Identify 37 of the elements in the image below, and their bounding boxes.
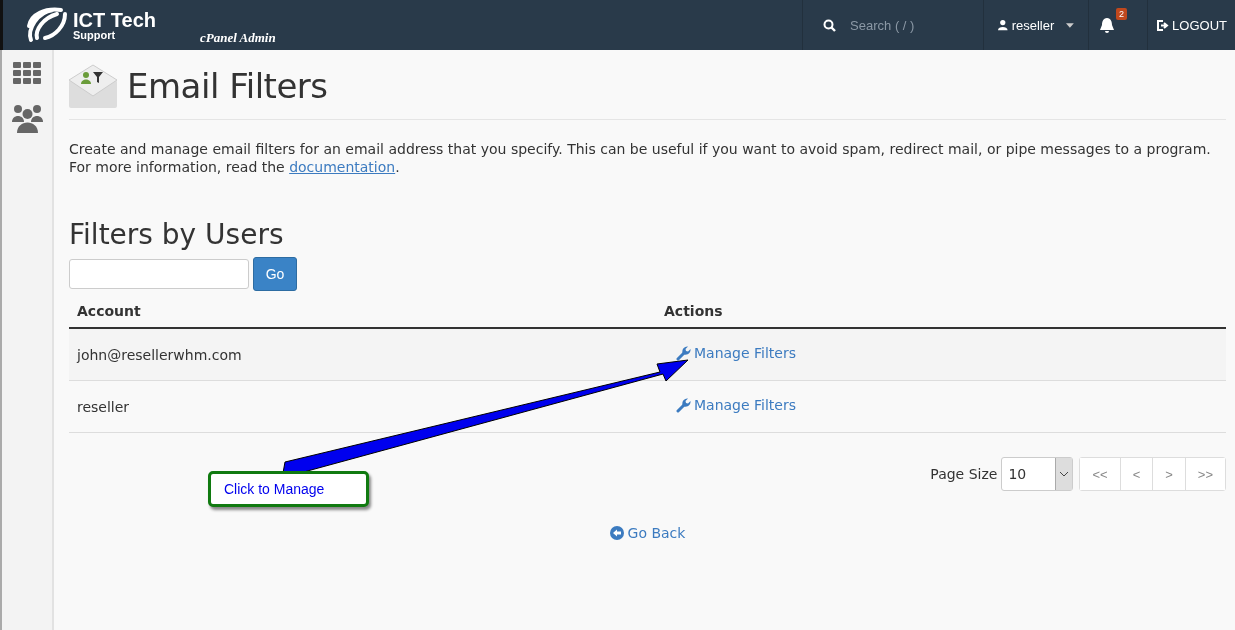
wrench-icon xyxy=(676,345,692,361)
logo-title: ICT Tech xyxy=(73,9,156,30)
user-menu[interactable]: reseller xyxy=(983,0,1089,50)
documentation-link[interactable]: documentation xyxy=(289,159,396,175)
page-title: Email Filters xyxy=(127,66,328,106)
pagination-button[interactable]: >> xyxy=(1184,458,1225,490)
manage-filters-link[interactable]: Manage Filters xyxy=(676,345,797,361)
swirl-logo-icon xyxy=(25,6,69,44)
user-search-field[interactable] xyxy=(69,259,249,289)
logo-tagline: cPanel Admin xyxy=(199,30,276,46)
chevron-down-icon xyxy=(1060,471,1069,477)
user-icon xyxy=(998,19,1008,31)
caret-icon xyxy=(1066,22,1075,28)
users-group-icon[interactable] xyxy=(11,104,43,133)
grid-icon[interactable] xyxy=(12,62,42,84)
back-arrow-icon xyxy=(609,526,624,540)
pagination-button[interactable]: > xyxy=(1152,458,1185,490)
page-size-select[interactable]: 10 xyxy=(1001,457,1074,491)
manage-filters-link[interactable]: Manage Filters xyxy=(676,397,797,413)
logo-subtitle: Support xyxy=(73,29,117,41)
email-filter-icon xyxy=(69,64,117,108)
description-text: Create and manage email filters for an email address that you specify. This can be useful if you want to avoid spam, redirect mail, or pipe messages to a program. For more information, read the documentation. xyxy=(69,140,1212,176)
search-icon xyxy=(823,18,837,32)
pagination-button[interactable]: << xyxy=(1080,458,1120,490)
annotation-callout: Click to Manage xyxy=(208,471,369,507)
account-cell: john@resellerwhm.com xyxy=(69,328,656,381)
logout-icon xyxy=(1156,19,1170,31)
notification-count-badge: 2 xyxy=(1116,8,1128,20)
bell-icon[interactable] xyxy=(1099,16,1116,34)
search-field[interactable]: Search ( / ) xyxy=(848,16,963,34)
page-size-label: Page Size xyxy=(930,466,998,482)
pagination-button[interactable]: < xyxy=(1119,458,1153,490)
go-back-link[interactable]: Go Back xyxy=(609,525,686,541)
section-heading: Filters by Users xyxy=(69,218,285,251)
wrench-icon xyxy=(676,397,692,413)
go-button[interactable]: Go xyxy=(253,257,297,291)
logout-button[interactable]: LOGOUT xyxy=(1147,0,1235,50)
